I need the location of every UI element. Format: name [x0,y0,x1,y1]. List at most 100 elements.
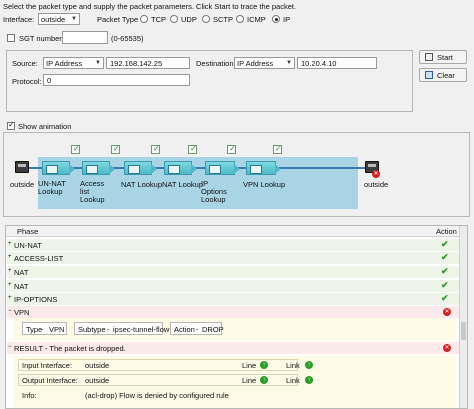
allow-check-icon: ✔ [441,239,449,249]
phase-name: ACCESS-LIST [14,254,64,263]
clear-icon [425,71,433,79]
chevron-down-icon: ▼ [286,60,292,66]
expand-icon[interactable]: + [8,254,12,260]
output-interface-label: Output Interface: [22,376,78,385]
expand-icon[interactable]: + [8,268,12,274]
destination-ip-input[interactable]: 10.20.4.10 [297,57,377,69]
sgt-input[interactable] [62,31,108,44]
phase-row[interactable]: + ACCESS-LIST ✔ [7,252,459,264]
expand-icon[interactable]: + [8,241,12,247]
result-title: RESULT - The packet is dropped. [14,344,126,353]
vpn-action-tag: Action - DROP [170,322,224,335]
flow-stage-access-list[interactable] [82,161,115,175]
flow-stage-vpn[interactable] [246,161,281,175]
stage-label: Access list Lookup [80,179,105,204]
stage-label: UN-NAT Lookup [38,179,66,196]
stage-label: NAT Lookup [162,180,203,189]
source-ip-input[interactable]: 192.168.142.25 [106,57,190,69]
lookup-icon [128,165,140,174]
phase-row-vpn[interactable]: − VPN ✕ [7,306,459,318]
radio-icon [170,15,178,23]
phase-row[interactable]: + NAT ✔ [7,280,459,292]
stage-check-icon [111,144,120,154]
interface-select[interactable]: outside ▼ [38,13,80,25]
vertical-scrollbar[interactable] [459,226,467,408]
interface-label: Interface: [3,15,35,24]
protocol-label: Protocol: [12,77,42,86]
lookup-icon [209,165,221,174]
allow-check-icon: ✔ [441,252,449,262]
chevron-down-icon: ▼ [95,60,101,66]
chevron-down-icon: ▼ [71,16,77,22]
flow-stage-nat-1[interactable] [124,161,157,175]
input-line-label: Line [242,361,257,370]
output-link-label: Link [286,376,300,385]
start-button[interactable]: Start [419,50,467,64]
input-interface-value: outside [85,361,110,370]
allow-check-icon: ✔ [441,280,449,290]
flow-stage-un-nat[interactable] [42,161,75,175]
output-interface-value: outside [85,376,110,385]
line-up-icon: ↑ [260,376,268,384]
line-up-icon: ↑ [260,361,268,369]
column-phase: Phase [17,227,39,236]
link-up-icon: ↑ [305,376,313,384]
show-animation-checkbox[interactable] [7,120,15,130]
scrollbar-thumb[interactable] [461,322,466,340]
expand-icon[interactable]: + [8,282,12,288]
stage-label: VPN Lookup [243,180,286,189]
result-row[interactable]: − RESULT - The packet is dropped. ✕ [7,342,459,354]
flow-stage-nat-2[interactable] [164,161,197,175]
lookup-icon [168,165,180,174]
phase-row[interactable]: + IP-OPTIONS ✔ [7,293,459,305]
left-interface-label: outside [10,180,35,189]
radio-icon [236,15,244,23]
stage-check-icon [151,144,160,154]
show-animation-label: Show animation [18,122,72,131]
sgt-checkbox[interactable] [7,34,15,42]
instructions-text: Select the packet type and supply the pa… [3,2,297,11]
phase-name: IP-OPTIONS [14,295,58,304]
phase-row[interactable]: + UN-NAT ✔ [7,239,459,251]
packet-type-label: Packet Type [97,15,139,24]
destination-type-select[interactable]: IP Address ▼ [234,57,295,69]
table-header [6,226,459,237]
right-interface-label: outside [364,180,389,189]
sgt-label: SGT number [19,34,62,43]
drop-icon: ✕ [443,308,451,316]
input-interface-label: Input Interface: [22,361,73,370]
column-action: Action [436,227,457,236]
phase-name: NAT [14,282,29,291]
protocol-input[interactable]: 0 [43,74,190,86]
drop-icon: ✕ [443,344,451,352]
vpn-type-tag: Type - VPN [22,322,67,335]
expand-icon[interactable]: + [8,295,12,301]
phase-name: VPN [14,308,30,317]
info-value: (acl-drop) Flow is denied by configured … [85,391,229,400]
stage-check-icon [273,144,282,154]
output-line-label: Line [242,376,257,385]
allow-check-icon: ✔ [441,266,449,276]
radio-icon [202,15,210,23]
flow-stage-ip-options[interactable] [205,161,240,175]
stage-check-icon [188,144,197,154]
collapse-icon[interactable]: − [8,344,12,350]
sgt-range: (0-65535) [111,34,144,43]
link-up-icon: ↑ [305,361,313,369]
input-link-label: Link [286,361,300,370]
source-type-select[interactable]: IP Address ▼ [43,57,104,69]
clear-button[interactable]: Clear [419,68,467,82]
phase-row[interactable]: + NAT ✔ [7,266,459,278]
lookup-icon [86,165,98,174]
allow-check-icon: ✔ [441,293,449,303]
destination-label: Destination: [196,59,236,68]
stage-label: IP Options Lookup [201,179,227,204]
collapse-icon[interactable]: − [8,308,12,314]
lookup-icon [250,165,262,174]
phase-name: NAT [14,268,29,277]
stage-label: NAT Lookup [121,180,162,189]
stage-check-icon [71,144,80,154]
source-label: Source: [12,59,38,68]
info-label: Info: [22,391,37,400]
left-interface-icon [15,161,29,173]
